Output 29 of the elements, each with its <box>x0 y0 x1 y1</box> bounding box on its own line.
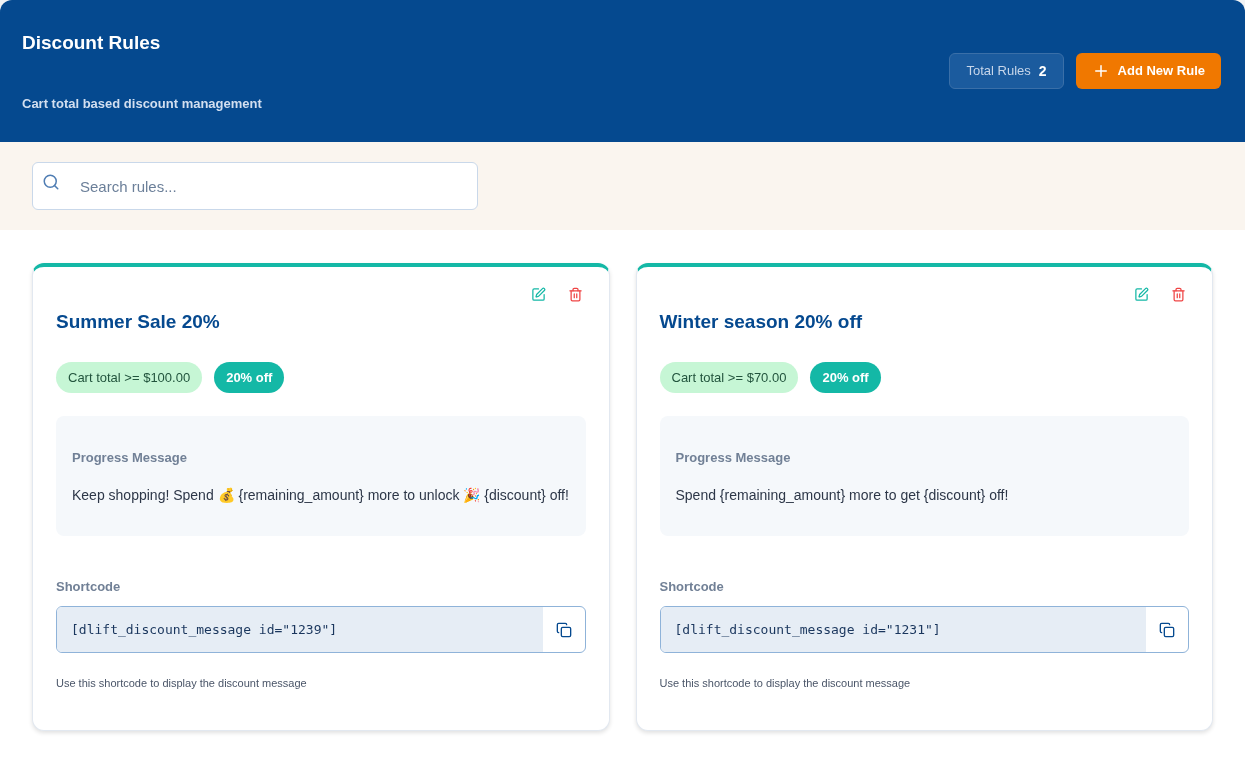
edit-button[interactable] <box>1134 287 1149 302</box>
copy-icon <box>555 621 572 638</box>
total-rules-count: 2 <box>1038 61 1047 81</box>
condition-badge: Cart total >= $70.00 <box>659 361 799 393</box>
search-field[interactable]: Search rules... <box>32 162 478 210</box>
discount-badge: 20% off <box>214 361 285 393</box>
search-icon <box>42 173 60 191</box>
shortcode-help: Use this shortcode to display the discount message <box>659 676 912 691</box>
rule-title: Summer Sale 20% <box>56 310 221 334</box>
shortcode-label: Shortcode <box>56 577 122 596</box>
shortcode-label: Shortcode <box>659 577 725 596</box>
total-rules-label: Total Rules <box>966 62 1031 81</box>
add-new-rule-button[interactable]: Add New Rule <box>1075 53 1221 89</box>
message-text: Keep shopping! Spend 💰 {remaining_amount} more to unlock 🎉 {discount} off! <box>72 485 570 505</box>
rule-title: Winter season 20% off <box>659 310 864 334</box>
message-text: Spend {remaining_amount} more to get {discount} off! <box>675 485 1010 505</box>
message-label: Progress Message <box>675 449 792 467</box>
condition-badge: Cart total >= $100.00 <box>56 361 203 393</box>
delete-button[interactable] <box>567 287 583 302</box>
delete-button[interactable] <box>1171 287 1186 302</box>
discount-badge: 20% off <box>810 361 881 393</box>
shortcode-help: Use this shortcode to display the discount message <box>56 676 308 691</box>
edit-button[interactable] <box>530 287 546 302</box>
message-label: Progress Message <box>72 449 188 467</box>
page-subtitle: Cart total based discount management <box>22 94 262 113</box>
page-title: Discount Rules <box>22 31 162 55</box>
shortcode-text: [dlift_discount_message id="1231"] <box>660 607 1146 652</box>
shortcode-text: [dlift_discount_message id="1239"] <box>57 607 543 652</box>
copy-icon <box>1159 621 1175 638</box>
